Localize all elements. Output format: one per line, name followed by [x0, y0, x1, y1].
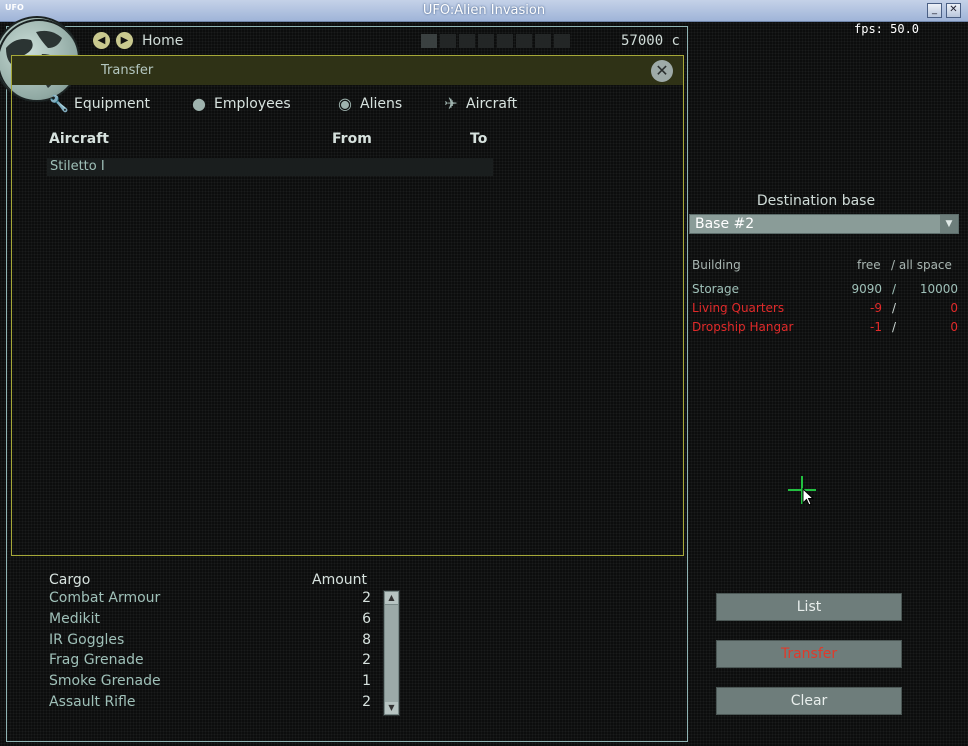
cargo-item-amount: 8 — [362, 632, 371, 648]
window-title: UFO:Alien Invasion — [422, 3, 546, 18]
selected-base: Base #2 — [695, 216, 755, 232]
tab-aircraft[interactable]: ✈ Aircraft — [440, 92, 517, 116]
building-row: Living Quarters -9 / 0 — [692, 301, 958, 317]
tab-equipment[interactable]: 🔧 Equipment — [48, 92, 150, 116]
tab-label: Employees — [214, 96, 291, 112]
separator: / — [892, 282, 897, 296]
building-free: -9 — [870, 301, 882, 315]
next-base-button[interactable]: ▶ — [116, 32, 133, 49]
minimize-button[interactable]: _ — [927, 3, 942, 18]
tab-employees[interactable]: ● Employees — [188, 92, 291, 116]
building-free: 9090 — [851, 282, 882, 296]
cargo-item[interactable]: Assault Rifle 2 — [49, 694, 371, 710]
building-row: Dropship Hangar -1 / 0 — [692, 320, 958, 336]
cargo-item[interactable]: Frag Grenade 2 — [49, 652, 371, 668]
tab-label: Aircraft — [466, 96, 518, 112]
game-viewport: ◀ ▶ Home 57000 c fps: 50.0 Transfer ✕ 🔧 … — [0, 16, 968, 746]
scroll-down-icon[interactable]: ▼ — [385, 702, 398, 714]
cargo-item-amount: 2 — [362, 652, 371, 668]
column-header-to: To — [470, 131, 488, 147]
mouse-cursor-icon — [802, 488, 814, 506]
window-titlebar: UFO UFO:Alien Invasion _ ✕ — [0, 0, 968, 22]
cargo-header: Cargo — [49, 572, 91, 588]
building-row: Storage 9090 / 10000 — [692, 282, 958, 298]
base-slot[interactable] — [535, 34, 551, 48]
cargo-item[interactable]: Combat Armour 2 — [49, 590, 371, 606]
cargo-item-amount: 2 — [362, 694, 371, 710]
aircraft-icon: ✈ — [444, 94, 458, 113]
previous-base-button[interactable]: ◀ — [93, 32, 110, 49]
separator: / — [892, 320, 897, 334]
all-space-header: / all space — [891, 258, 952, 272]
head-icon: ● — [192, 94, 206, 113]
separator: / — [892, 301, 897, 315]
cargo-item[interactable]: IR Goggles 8 — [49, 632, 371, 648]
column-header-item: Aircraft — [49, 131, 109, 147]
cargo-item[interactable]: Medikit 6 — [49, 611, 371, 627]
transfer-title: Transfer — [101, 63, 154, 78]
tab-label: Aliens — [360, 96, 403, 112]
base-slot[interactable] — [459, 34, 475, 48]
base-slots — [421, 34, 570, 48]
base-slot[interactable] — [421, 34, 437, 48]
transfer-button[interactable]: Transfer — [716, 640, 902, 668]
column-header-from: From — [332, 131, 372, 147]
cargo-item-name: Frag Grenade — [49, 652, 144, 668]
base-slot[interactable] — [497, 34, 513, 48]
scroll-up-icon[interactable]: ▲ — [385, 592, 398, 604]
free-header: free — [857, 258, 881, 272]
base-name-label: Home — [142, 33, 184, 49]
cargo-item-amount: 2 — [362, 590, 371, 606]
cargo-item-amount: 6 — [362, 611, 371, 627]
building-all: 0 — [950, 320, 958, 334]
base-slot[interactable] — [440, 34, 456, 48]
credits-display: 57000 c — [620, 33, 680, 49]
cargo-item-amount: 1 — [362, 673, 371, 689]
fps-counter: fps: 50.0 — [854, 22, 920, 36]
building-free: -1 — [870, 320, 882, 334]
building-name: Storage — [692, 282, 739, 296]
cargo-item-name: Assault Rifle — [49, 694, 136, 710]
building-name: Living Quarters — [692, 301, 785, 315]
tab-aliens[interactable]: ◉ Aliens — [334, 92, 402, 116]
building-all: 10000 — [919, 282, 958, 296]
clear-button[interactable]: Clear — [716, 687, 902, 715]
cargo-item-name: Smoke Grenade — [49, 673, 161, 689]
transfer-header: Transfer ✕ — [12, 56, 683, 85]
building-name: Dropship Hangar — [692, 320, 794, 334]
chevron-down-icon[interactable]: ▼ — [940, 215, 958, 233]
cargo-item-name: Medikit — [49, 611, 100, 627]
base-slot[interactable] — [478, 34, 494, 48]
destination-base-select[interactable]: Base #2 ▼ — [689, 214, 959, 234]
list-item[interactable]: Stiletto I — [47, 158, 493, 176]
building-all: 0 — [950, 301, 958, 315]
tab-label: Equipment — [74, 96, 150, 112]
scroll-thumb[interactable] — [385, 605, 398, 703]
wrench-icon: 🔧 — [49, 94, 69, 113]
destination-base-label: Destination base — [756, 193, 876, 209]
alien-icon: ◉ — [338, 94, 352, 113]
amount-header: Amount — [312, 572, 368, 588]
transfer-panel: Transfer ✕ 🔧 Equipment ● Employees ◉ Ali… — [11, 55, 684, 556]
cargo-item-name: IR Goggles — [49, 632, 125, 648]
list-button[interactable]: List — [716, 593, 902, 621]
cargo-item-name: Combat Armour — [49, 590, 161, 606]
close-window-button[interactable]: ✕ — [946, 3, 961, 18]
base-slot[interactable] — [516, 34, 532, 48]
base-slot[interactable] — [554, 34, 570, 48]
close-panel-button[interactable]: ✕ — [651, 60, 673, 82]
cargo-item[interactable]: Smoke Grenade 1 — [49, 673, 371, 689]
building-header: Building — [692, 258, 741, 272]
cargo-scrollbar[interactable]: ▲ ▼ — [383, 590, 400, 716]
